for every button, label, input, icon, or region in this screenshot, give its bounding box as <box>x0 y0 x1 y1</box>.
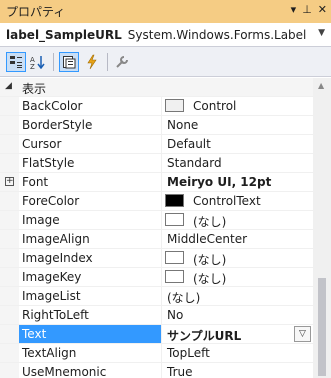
collapse-icon[interactable]: ◢ <box>5 81 12 91</box>
property-value[interactable]: Default <box>167 137 211 151</box>
property-value[interactable]: ControlText <box>193 194 261 208</box>
property-value[interactable]: None <box>167 118 198 132</box>
alphabetical-button[interactable]: A Z <box>28 52 48 72</box>
property-name: BackColor <box>22 99 83 113</box>
property-row-backcolor[interactable]: BackColor Control <box>0 97 313 116</box>
property-row-usemnemonic[interactable]: UseMnemonic True <box>0 363 313 378</box>
categorized-icon <box>10 56 22 68</box>
property-name: Font <box>22 175 49 189</box>
events-icon <box>87 54 97 70</box>
property-row-flatstyle[interactable]: FlatStyle Standard <box>0 154 313 173</box>
window-title: プロパティ <box>6 5 66 19</box>
color-swatch <box>165 270 184 283</box>
color-swatch <box>165 213 184 226</box>
property-value[interactable]: (なし) <box>193 270 226 287</box>
properties-title-bar: プロパティ ▾ ⊥ ✕ <box>0 0 331 23</box>
properties-icon <box>63 56 76 69</box>
property-row-cursor[interactable]: Cursor Default <box>0 135 313 154</box>
property-row-imagekey[interactable]: ImageKey (なし) <box>0 268 313 287</box>
chevron-down-icon[interactable]: ▽ <box>294 326 311 342</box>
property-pages-button[interactable] <box>112 52 132 72</box>
category-label: 表示 <box>22 82 47 96</box>
property-value[interactable]: (なし) <box>193 251 226 268</box>
property-name: Image <box>22 213 60 227</box>
categorized-button[interactable] <box>6 52 26 72</box>
category-header[interactable]: ◢ 表示 <box>0 78 313 97</box>
property-name: TextAlign <box>22 346 77 360</box>
property-row-text[interactable]: Text サンプルURL ▽ <box>0 325 313 344</box>
property-name: ImageKey <box>22 270 82 284</box>
property-value[interactable]: サンプルURL <box>167 327 241 344</box>
close-icon[interactable]: ✕ <box>318 3 327 16</box>
property-row-forecolor[interactable]: ForeColor ControlText <box>0 192 313 211</box>
property-row-imagelist[interactable]: ImageList (なし) <box>0 287 313 306</box>
property-row-borderstyle[interactable]: BorderStyle None <box>0 116 313 135</box>
property-grid: ◢ 表示 BackColor Control BorderStyle None Cursor… <box>0 78 313 378</box>
scrollbar-thumb[interactable] <box>318 278 326 376</box>
property-name: ImageAlign <box>22 232 90 246</box>
color-swatch <box>165 99 184 112</box>
property-row-textalign[interactable]: TextAlign TopLeft <box>0 344 313 363</box>
property-name: ImageIndex <box>22 251 93 265</box>
property-name: UseMnemonic <box>22 365 107 378</box>
property-name: Cursor <box>22 137 62 151</box>
dropdown-icon[interactable]: ▾ <box>291 3 297 16</box>
object-type: System.Windows.Forms.Label <box>127 27 307 42</box>
property-name: FlatStyle <box>22 156 75 170</box>
property-value[interactable]: TopLeft <box>167 346 210 360</box>
property-row-font[interactable]: + Font Meiryo UI, 12pt <box>0 173 313 192</box>
pin-icon[interactable]: ⊥ <box>302 3 312 16</box>
events-button[interactable] <box>82 52 102 72</box>
property-name: BorderStyle <box>22 118 93 132</box>
property-row-image[interactable]: Image (なし) <box>0 211 313 230</box>
property-value[interactable]: (なし) <box>167 289 200 306</box>
scrollbar[interactable]: ▲ <box>313 78 331 378</box>
svg-text:Z: Z <box>30 63 35 69</box>
property-name: ImageList <box>22 289 81 303</box>
property-name: ForeColor <box>22 194 80 208</box>
color-swatch <box>165 194 184 207</box>
property-name: RightToLeft <box>22 308 89 322</box>
window-controls: ▾ ⊥ ✕ <box>291 3 327 16</box>
property-value[interactable]: (なし) <box>193 213 226 230</box>
scroll-up-icon[interactable]: ▲ <box>318 81 324 90</box>
property-value[interactable]: MiddleCenter <box>167 232 247 246</box>
property-row-imageindex[interactable]: ImageIndex (なし) <box>0 249 313 268</box>
property-value[interactable]: Standard <box>167 156 222 170</box>
object-selector[interactable]: label_SampleURL System.Windows.Forms.Lab… <box>0 23 331 47</box>
property-value[interactable]: No <box>167 308 183 322</box>
properties-toolbar: A Z <box>0 47 331 77</box>
property-value[interactable]: True <box>167 365 193 378</box>
alphabetical-icon: A Z <box>30 56 45 69</box>
property-name: Text <box>22 327 47 341</box>
chevron-down-icon[interactable]: ▼ <box>318 28 325 38</box>
expand-icon[interactable]: + <box>5 177 14 186</box>
property-value[interactable]: Meiryo UI, 12pt <box>167 175 271 189</box>
property-value[interactable]: Control <box>193 99 236 113</box>
property-row-righttoleft[interactable]: RightToLeft No <box>0 306 313 325</box>
color-swatch <box>165 251 184 264</box>
wrench-icon <box>116 56 128 68</box>
properties-button[interactable] <box>59 52 79 72</box>
object-name: label_SampleURL <box>6 27 122 42</box>
property-row-imagealign[interactable]: ImageAlign MiddleCenter <box>0 230 313 249</box>
